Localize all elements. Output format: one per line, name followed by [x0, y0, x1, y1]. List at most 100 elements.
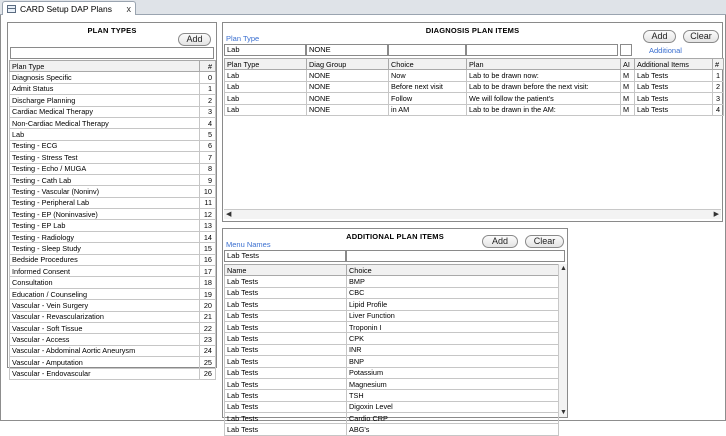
table-cell: Lab to be drawn in the AM: — [466, 103, 621, 116]
column-header-diag-group[interactable]: Diag Group — [306, 57, 389, 71]
column-header-choice[interactable]: Choice — [346, 263, 559, 277]
table-cell: Lab Tests — [634, 92, 713, 105]
table-row[interactable]: Vascular - Access 23 — [9, 333, 216, 346]
filter-diag-group-input[interactable]: NONE — [306, 44, 388, 56]
table-cell: 9 — [199, 173, 216, 187]
column-header-choice[interactable]: Choice — [388, 57, 467, 71]
table-row[interactable]: Non-Cardiac Medical Therapy 4 — [9, 116, 216, 130]
additional-clear-button[interactable]: Clear — [525, 235, 564, 248]
table-cell: Vascular - Soft Tissue — [9, 321, 200, 335]
table-row[interactable]: Lab Tests Cardio CRP — [224, 412, 559, 425]
filter-choice-input[interactable] — [388, 44, 466, 56]
table-row[interactable]: Testing - EP Lab 13 — [9, 219, 216, 232]
plan-types-panel: PLAN TYPES Add Plan Type # Diagnosis Spe… — [7, 22, 217, 380]
table-row[interactable]: Informed Consent 17 — [9, 265, 216, 278]
table-row[interactable]: Testing - Echo / MUGA 8 — [9, 162, 216, 175]
table-cell: 3 — [712, 92, 724, 105]
table-cell: Lab — [224, 80, 307, 94]
table-cell: M — [620, 103, 635, 116]
plan-types-add-button[interactable]: Add — [178, 33, 211, 46]
diagnosis-add-button[interactable]: Add — [643, 30, 676, 43]
diagnosis-horizontal-scrollbar[interactable]: ◀ ▶ — [224, 209, 721, 219]
table-row[interactable]: Admit Status 1 — [9, 82, 216, 96]
close-icon[interactable]: x — [127, 4, 132, 14]
additional-add-button[interactable]: Add — [482, 235, 518, 248]
additional-link[interactable]: Additional — [649, 46, 682, 55]
table-row[interactable]: Vascular - Abdominal Aortic Aneurysm 24 — [9, 344, 216, 358]
column-header-additional-items[interactable]: Additional Items — [634, 57, 713, 71]
table-row[interactable]: Lab Tests Digoxin Level — [224, 400, 559, 414]
table-cell: Testing - Stress Test — [9, 151, 200, 164]
table-cell: Lab Tests — [224, 377, 347, 391]
table-row[interactable]: Testing - EP (Noninvasive) 12 — [9, 208, 216, 221]
filter-menu-name-input[interactable]: Lab Tests — [224, 250, 346, 262]
table-row[interactable]: Vascular - Vein Surgery 20 — [9, 299, 216, 312]
table-row[interactable]: Lab NONE Before next visit Lab to be drawn … — [224, 80, 724, 94]
table-row[interactable]: Lab NONE in AM Lab to be drawn in the AM: M L… — [224, 103, 724, 116]
table-cell: Bedside Procedures — [9, 253, 200, 267]
column-header-number[interactable]: # — [199, 59, 216, 73]
table-row[interactable]: Cardiac Medical Therapy 3 — [9, 105, 216, 118]
table-cell: Lab Tests — [224, 423, 347, 436]
plan-types-table: Plan Type # Diagnosis Specific 0 Admit Sta… — [9, 59, 216, 380]
filter-choice-input[interactable] — [346, 250, 565, 262]
table-row[interactable]: Testing - Stress Test 7 — [9, 151, 216, 164]
table-row[interactable]: Lab 5 — [9, 128, 216, 141]
column-header-plan[interactable]: Plan — [466, 57, 621, 71]
table-cell: Lab Tests — [224, 309, 347, 322]
table-row[interactable]: Lab Tests Liver Function — [224, 309, 559, 322]
table-row[interactable]: Lab Tests Lipid Profile — [224, 298, 559, 311]
diagnosis-clear-button[interactable]: Clear — [683, 30, 719, 43]
table-row[interactable]: Lab Tests TSH — [224, 389, 559, 402]
table-row[interactable]: Testing - Cath Lab 9 — [9, 173, 216, 187]
additional-vertical-scrollbar[interactable]: ▲ ▼ — [558, 264, 567, 417]
table-row[interactable]: Lab Tests INR — [224, 343, 559, 357]
table-row[interactable]: Lab NONE Now Lab to be drawn now: M Lab Tests… — [224, 69, 724, 82]
scroll-up-icon[interactable]: ▲ — [560, 264, 567, 273]
table-row[interactable]: Diagnosis Specific 0 — [9, 71, 216, 84]
table-row[interactable]: Testing - Radiology 14 — [9, 230, 216, 244]
table-row[interactable]: Lab Tests BMP — [224, 275, 559, 288]
table-row[interactable]: Vascular - Amputation 25 — [9, 356, 216, 369]
table-row[interactable]: Lab Tests Magnesium — [224, 377, 559, 391]
scroll-down-icon[interactable]: ▼ — [560, 408, 567, 417]
table-cell: Lab Tests — [224, 400, 347, 414]
table-row[interactable]: Testing - Peripheral Lab 11 — [9, 196, 216, 210]
table-cell: Lab Tests — [224, 298, 347, 311]
table-row[interactable]: Consultation 18 — [9, 276, 216, 289]
table-cell: 16 — [199, 253, 216, 267]
column-header-plan-type[interactable]: Plan Type — [9, 59, 200, 73]
table-row[interactable]: Lab Tests Potassium — [224, 366, 559, 379]
table-row[interactable]: Testing - ECG 6 — [9, 139, 216, 153]
filter-plan-type-input[interactable]: Lab — [224, 44, 306, 56]
column-header-number[interactable]: # — [712, 57, 724, 71]
table-row[interactable]: Lab Tests CBC — [224, 286, 559, 300]
table-cell: Lab to be drawn now: — [466, 69, 621, 82]
column-header-ai[interactable]: AI — [620, 57, 635, 71]
scroll-right-icon[interactable]: ▶ — [714, 210, 719, 219]
table-cell: 14 — [199, 230, 216, 244]
column-header-plan-type[interactable]: Plan Type — [224, 57, 307, 71]
table-row[interactable]: Testing - Sleep Study 15 — [9, 242, 216, 255]
filter-plan-input[interactable] — [466, 44, 618, 56]
table-row[interactable]: Vascular - Soft Tissue 22 — [9, 321, 216, 335]
additional-plan-items-panel: ADDITIONAL PLAN ITEMS Menu Names Add Cle… — [222, 228, 568, 436]
table-row[interactable]: Testing - Vascular (Noninv) 10 — [9, 185, 216, 198]
column-header-name[interactable]: Name — [224, 263, 347, 277]
table-row[interactable]: Lab Tests CPK — [224, 332, 559, 345]
table-row[interactable]: Lab Tests ABG's — [224, 423, 559, 436]
table-row[interactable]: Discharge Planning 2 — [9, 94, 216, 107]
plan-types-search-input[interactable] — [10, 47, 214, 59]
filter-ai-checkbox[interactable] — [620, 44, 632, 56]
table-row[interactable]: Lab NONE Follow We will follow the patient'… — [224, 92, 724, 105]
table-row[interactable]: Vascular - Endovascular 26 — [9, 367, 216, 380]
table-row[interactable]: Bedside Procedures 16 — [9, 253, 216, 267]
tab-card-setup-dap-plans[interactable]: CARD Setup DAP Plans x — [2, 1, 136, 15]
table-cell: Lab Tests — [224, 366, 347, 379]
table-row[interactable]: Lab Tests BNP — [224, 355, 559, 368]
table-row[interactable]: Vascular - Revascularization 21 — [9, 310, 216, 324]
scroll-left-icon[interactable]: ◀ — [226, 210, 231, 219]
table-row[interactable]: Lab Tests Troponin I — [224, 320, 559, 334]
table-cell: 8 — [199, 162, 216, 175]
table-row[interactable]: Education / Counseling 19 — [9, 287, 216, 301]
